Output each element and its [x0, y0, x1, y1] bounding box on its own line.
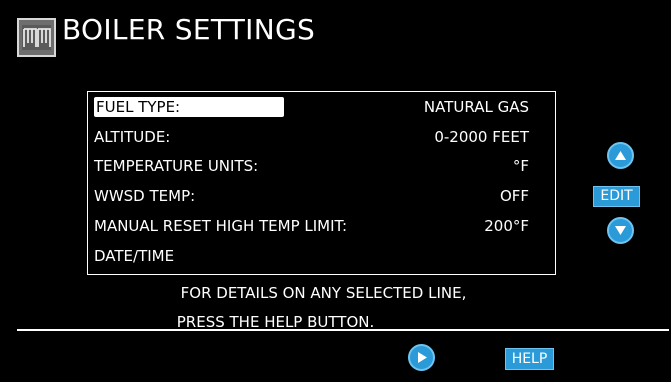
settings-row-label: ALTITUDE: — [94, 128, 171, 146]
next-button[interactable] — [408, 344, 435, 371]
boiler-settings-screen: BOILER SETTINGS FUEL TYPE: NATURAL GAS A… — [0, 0, 671, 382]
triangle-up-icon — [615, 151, 626, 160]
scroll-down-button[interactable] — [607, 217, 634, 244]
edit-button[interactable]: EDIT — [593, 186, 640, 207]
settings-row-wwsd-temp[interactable]: WWSD TEMP: OFF — [94, 184, 529, 208]
settings-row-label: MANUAL RESET HIGH TEMP LIMIT: — [94, 217, 348, 235]
help-instruction-line-1: FOR DETAILS ON ANY SELECTED LINE, — [180, 284, 467, 302]
settings-row-fuel-type[interactable]: FUEL TYPE: NATURAL GAS — [94, 95, 529, 119]
wm-logo-icon — [22, 25, 51, 50]
settings-row-label: TEMPERATURE UNITS: — [94, 157, 259, 175]
settings-row-temperature-units[interactable]: TEMPERATURE UNITS: °F — [94, 154, 529, 178]
help-button[interactable]: HELP — [505, 348, 554, 370]
divider — [17, 329, 669, 331]
triangle-right-icon — [418, 352, 427, 363]
settings-row-label: WWSD TEMP: — [94, 187, 196, 205]
triangle-down-icon — [615, 226, 626, 235]
settings-row-altitude[interactable]: ALTITUDE: 0-2000 FEET — [94, 125, 529, 149]
settings-row-value: 200°F — [484, 217, 529, 235]
settings-row-date-time[interactable]: DATE/TIME — [94, 244, 529, 268]
settings-row-value: NATURAL GAS — [423, 98, 529, 116]
settings-row-label: FUEL TYPE: — [94, 97, 284, 117]
settings-row-value: OFF — [499, 187, 529, 205]
brand-logo — [17, 18, 56, 57]
settings-row-value: °F — [512, 157, 529, 175]
scroll-up-button[interactable] — [607, 142, 634, 169]
settings-row-label: DATE/TIME — [94, 247, 175, 265]
settings-row-manual-reset-high-temp-limit[interactable]: MANUAL RESET HIGH TEMP LIMIT: 200°F — [94, 214, 529, 238]
settings-list: FUEL TYPE: NATURAL GAS ALTITUDE: 0-2000 … — [87, 91, 556, 275]
page-title: BOILER SETTINGS — [62, 13, 316, 46]
settings-row-value: 0-2000 FEET — [434, 128, 529, 146]
